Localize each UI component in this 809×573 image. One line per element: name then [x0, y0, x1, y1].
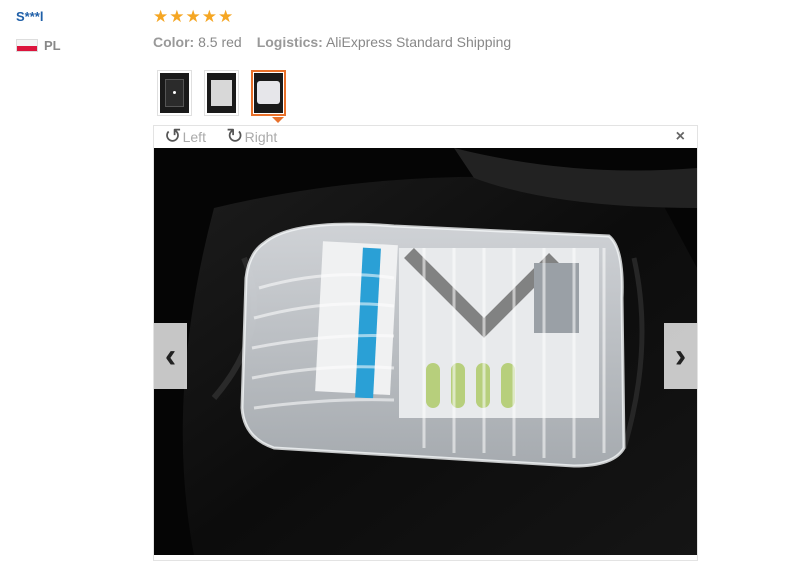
review-photo-image	[154, 148, 697, 555]
chevron-left-icon: ‹	[164, 337, 177, 375]
thumbnail-2[interactable]	[204, 70, 239, 116]
reviewer-name[interactable]: S***l	[16, 9, 43, 24]
star-rating: ★ ★ ★ ★ ★	[153, 8, 233, 26]
star-icon: ★	[169, 7, 185, 26]
logistics-label: Logistics:	[256, 34, 323, 50]
previous-photo-button[interactable]: ‹	[154, 323, 187, 389]
poland-flag-icon	[16, 39, 38, 52]
next-photo-button[interactable]: ›	[664, 323, 697, 389]
thumbnail-1[interactable]	[157, 70, 192, 116]
star-icon: ★	[201, 7, 217, 26]
color-label: Color:	[153, 34, 195, 50]
chevron-right-icon: ›	[674, 337, 687, 375]
order-details: Color: 8.5 red Logistics: AliExpress Sta…	[153, 34, 511, 50]
star-icon: ★	[185, 7, 201, 26]
logistics-value: AliExpress Standard Shipping	[325, 34, 512, 50]
thumbnail-3[interactable]	[251, 70, 286, 116]
country-code: PL	[44, 38, 61, 53]
rotate-left-label: Left	[182, 129, 206, 145]
star-icon: ★	[218, 7, 234, 26]
air-bag-package-photo-icon	[254, 73, 283, 113]
tablet-box-photo-icon	[207, 73, 236, 113]
logistics-detail: Logistics: AliExpress Standard Shipping	[257, 34, 511, 50]
color-value: 8.5 red	[198, 34, 242, 50]
photo-viewer: ↺ Left ↻ Right × ‹ ›	[153, 125, 698, 561]
star-icon: ★	[153, 7, 169, 26]
rotate-right-button[interactable]: ↻ Right	[226, 125, 278, 148]
review-photo: ‹ ›	[154, 148, 697, 555]
close-icon[interactable]: ×	[676, 129, 685, 145]
tablet-photo-icon	[160, 73, 189, 113]
rotate-right-label: Right	[244, 129, 278, 145]
reviewer-country: PL	[16, 38, 61, 53]
color-detail: Color: 8.5 red	[153, 34, 242, 50]
viewer-toolbar: ↺ Left ↻ Right ×	[154, 126, 697, 148]
rotate-right-icon: ↻	[226, 125, 244, 148]
rotate-left-icon: ↺	[164, 125, 182, 148]
rotate-left-button[interactable]: ↺ Left	[164, 125, 206, 148]
active-thumbnail-indicator	[272, 117, 284, 123]
photo-thumbnails	[157, 70, 286, 116]
air-bag-package	[240, 222, 626, 468]
